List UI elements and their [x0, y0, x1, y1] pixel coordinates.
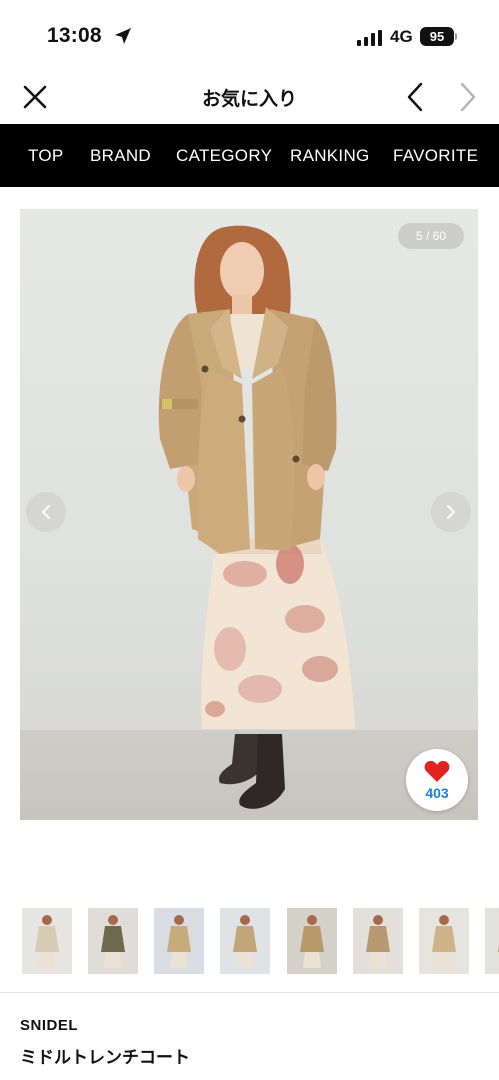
prev-button[interactable] — [402, 80, 428, 114]
carousel-prev-button[interactable] — [26, 492, 66, 532]
thumbnail-figure — [167, 915, 191, 968]
like-count: 403 — [425, 785, 449, 801]
menu-item-brand[interactable]: BRAND — [90, 124, 151, 187]
battery-icon: 95 — [420, 27, 454, 46]
thumbnail-6[interactable] — [353, 908, 403, 974]
battery-tip — [455, 33, 457, 40]
close-button[interactable] — [20, 82, 50, 112]
brand-name[interactable]: SNIDEL — [20, 1017, 78, 1034]
thumbnail-figure — [35, 915, 59, 968]
thumbnail-8[interactable] — [485, 908, 499, 974]
menu-item-ranking[interactable]: RANKING — [290, 124, 370, 187]
close-icon — [23, 85, 47, 109]
thumbnail-1[interactable] — [22, 908, 72, 974]
model-illustration — [158, 225, 355, 809]
product-image[interactable]: 5 / 60 403 — [20, 209, 478, 820]
status-bar: 13:08 4G 95 — [0, 0, 499, 70]
nav-header: お気に入り — [0, 70, 499, 124]
status-time: 13:08 — [47, 24, 102, 47]
chevron-left-icon — [42, 505, 50, 519]
like-button[interactable]: 403 — [406, 749, 468, 811]
chevron-right-icon — [447, 505, 455, 519]
product-name: ミドルトレンチコート — [20, 1048, 190, 1067]
heart-icon — [424, 761, 450, 782]
menu-item-favorite[interactable]: FAVORITE — [393, 124, 478, 187]
thumbnail-figure — [101, 915, 125, 968]
chevron-right-icon — [460, 82, 476, 112]
signal-icon — [357, 30, 382, 46]
divider — [0, 992, 499, 993]
thumbnail-figure — [366, 915, 390, 968]
thumbnail-2[interactable] — [88, 908, 138, 974]
next-button[interactable] — [455, 80, 481, 114]
thumbnail-figure — [233, 915, 257, 968]
menu-item-top[interactable]: TOP — [28, 124, 64, 187]
menu-bar: TOP BRAND CATEGORY RANKING FAVORITE — [0, 124, 499, 187]
thumbnail-5[interactable] — [287, 908, 337, 974]
location-arrow-icon — [115, 28, 131, 44]
thumbnail-3[interactable] — [154, 908, 204, 974]
thumbnail-figure — [498, 945, 499, 952]
chevron-left-icon — [407, 82, 423, 112]
thumbnail-7[interactable] — [419, 908, 469, 974]
image-counter: 5 / 60 — [398, 223, 464, 249]
thumbnail-figure — [432, 915, 456, 968]
thumbnail-strip — [0, 906, 499, 976]
menu-item-category[interactable]: CATEGORY — [176, 124, 272, 187]
thumbnail-figure — [300, 915, 324, 968]
thumbnail-4[interactable] — [220, 908, 270, 974]
carousel-next-button[interactable] — [431, 492, 471, 532]
network-label: 4G — [390, 27, 413, 46]
